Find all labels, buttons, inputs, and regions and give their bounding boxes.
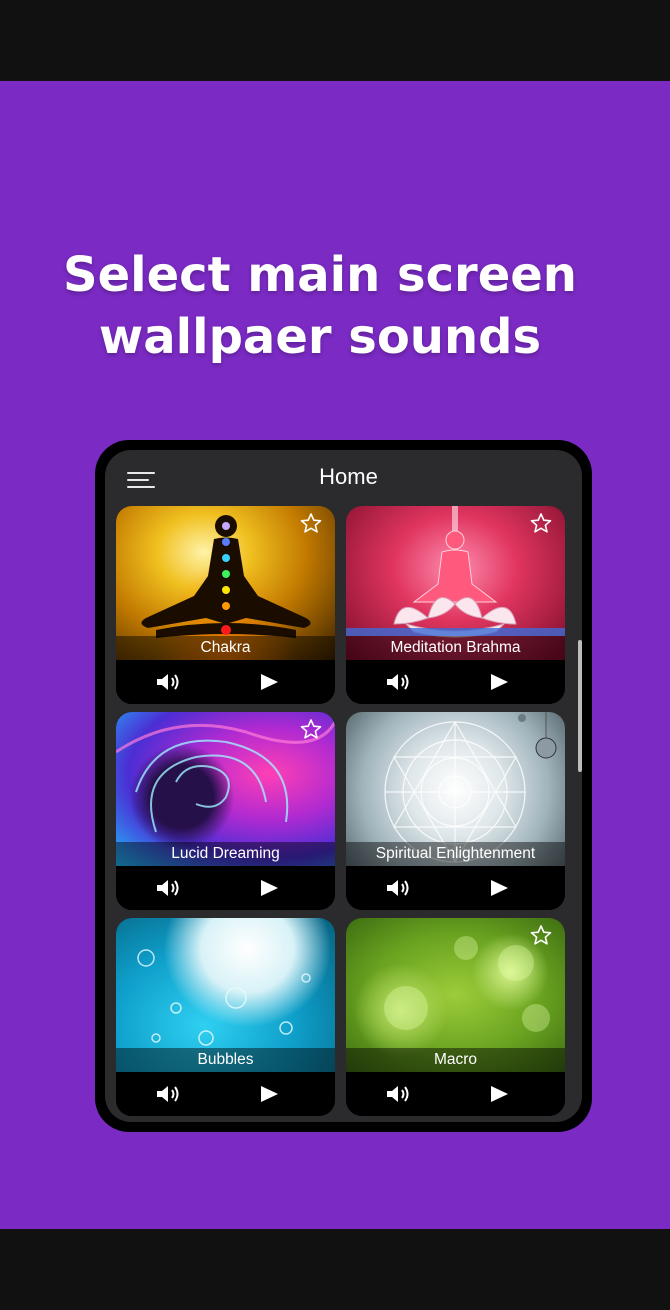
navigation-bar — [0, 1229, 670, 1310]
play-icon[interactable] — [256, 877, 282, 899]
scrollbar-thumb[interactable] — [578, 640, 582, 772]
sound-title: Spiritual Enlightenment — [346, 842, 565, 866]
sound-card-bubbles[interactable]: Bubbles — [116, 918, 335, 1116]
card-controls — [116, 866, 335, 910]
star-outline-icon[interactable] — [529, 924, 553, 946]
page-title: Home — [319, 464, 378, 489]
wallpaper-thumbnail[interactable]: Lucid Dreaming — [116, 712, 335, 866]
sound-title: Macro — [346, 1048, 565, 1072]
sound-title: Chakra — [116, 636, 335, 660]
sound-title: Bubbles — [116, 1048, 335, 1072]
sound-card-spiritual-enlightenment[interactable]: Spiritual Enlightenment — [346, 712, 565, 910]
sound-card-chakra[interactable]: Chakra — [116, 506, 335, 704]
promo-headline: Select main screen wallpaer sounds — [0, 244, 640, 368]
card-controls — [346, 660, 565, 704]
wallpaper-thumbnail[interactable]: Macro — [346, 918, 565, 1072]
speaker-icon[interactable] — [154, 671, 182, 693]
speaker-icon[interactable] — [384, 877, 412, 899]
star-outline-icon[interactable] — [299, 512, 323, 534]
status-bar — [0, 0, 670, 81]
app-screen: Home Chakra Meditation Brahma Lucid Drea… — [105, 450, 582, 1122]
headline-line-1: Select main screen — [63, 247, 577, 303]
play-icon[interactable] — [486, 877, 512, 899]
sound-card-macro[interactable]: Macro — [346, 918, 565, 1116]
sound-title: Lucid Dreaming — [116, 842, 335, 866]
sound-title: Meditation Brahma — [346, 636, 565, 660]
card-controls — [346, 866, 565, 910]
card-controls — [346, 1072, 565, 1116]
play-icon[interactable] — [486, 1083, 512, 1105]
sound-card-lucid-dreaming[interactable]: Lucid Dreaming — [116, 712, 335, 910]
speaker-icon[interactable] — [154, 1083, 182, 1105]
star-outline-icon[interactable] — [529, 512, 553, 534]
card-controls — [116, 1072, 335, 1116]
wallpaper-thumbnail[interactable]: Bubbles — [116, 918, 335, 1072]
play-icon[interactable] — [256, 671, 282, 693]
star-outline-icon[interactable] — [299, 718, 323, 740]
play-icon[interactable] — [486, 671, 512, 693]
app-header: Home — [105, 450, 582, 506]
play-icon[interactable] — [256, 1083, 282, 1105]
wallpaper-thumbnail[interactable]: Spiritual Enlightenment — [346, 712, 565, 866]
headline-line-2: wallpaer sounds — [98, 309, 542, 365]
speaker-icon[interactable] — [384, 1083, 412, 1105]
speaker-icon[interactable] — [154, 877, 182, 899]
wallpaper-thumbnail[interactable]: Meditation Brahma — [346, 506, 565, 660]
speaker-icon[interactable] — [384, 671, 412, 693]
sound-card-meditation-brahma[interactable]: Meditation Brahma — [346, 506, 565, 704]
phone-frame: Home Chakra Meditation Brahma Lucid Drea… — [95, 440, 592, 1132]
wallpaper-thumbnail[interactable]: Chakra — [116, 506, 335, 660]
card-controls — [116, 660, 335, 704]
